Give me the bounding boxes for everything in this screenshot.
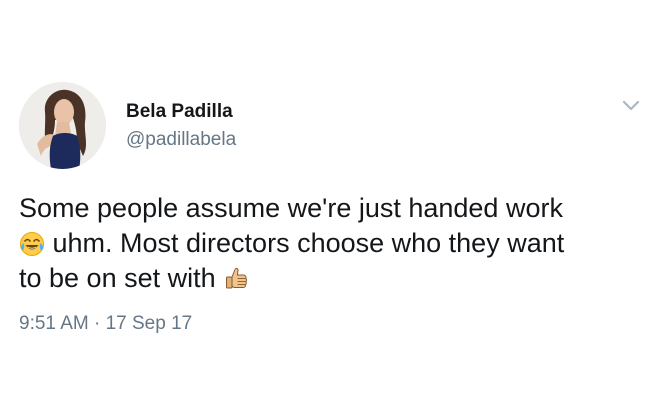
tweet-card[interactable]: Bela Padilla @padillabela Some people as… (0, 0, 660, 420)
tweet-text-line-3: to be on set with (19, 263, 224, 293)
author-handle[interactable]: @padillabela (126, 128, 236, 152)
tweet-text-line-1: Some people assume we're just handed wor… (19, 193, 563, 223)
tweet-timestamp[interactable]: 9:51 AM · 17 Sep 17 (19, 312, 192, 336)
thumbs-up-emoji-icon (223, 266, 249, 292)
chevron-down-icon[interactable] (618, 93, 644, 119)
face-with-tears-of-joy-emoji-icon (19, 231, 45, 257)
avatar[interactable] (19, 82, 106, 169)
author-name[interactable]: Bela Padilla (126, 100, 233, 124)
tweet-text-line-2: uhm. Most directors choose who they want (45, 228, 565, 258)
tweet-text: Some people assume we're just handed wor… (19, 191, 639, 296)
